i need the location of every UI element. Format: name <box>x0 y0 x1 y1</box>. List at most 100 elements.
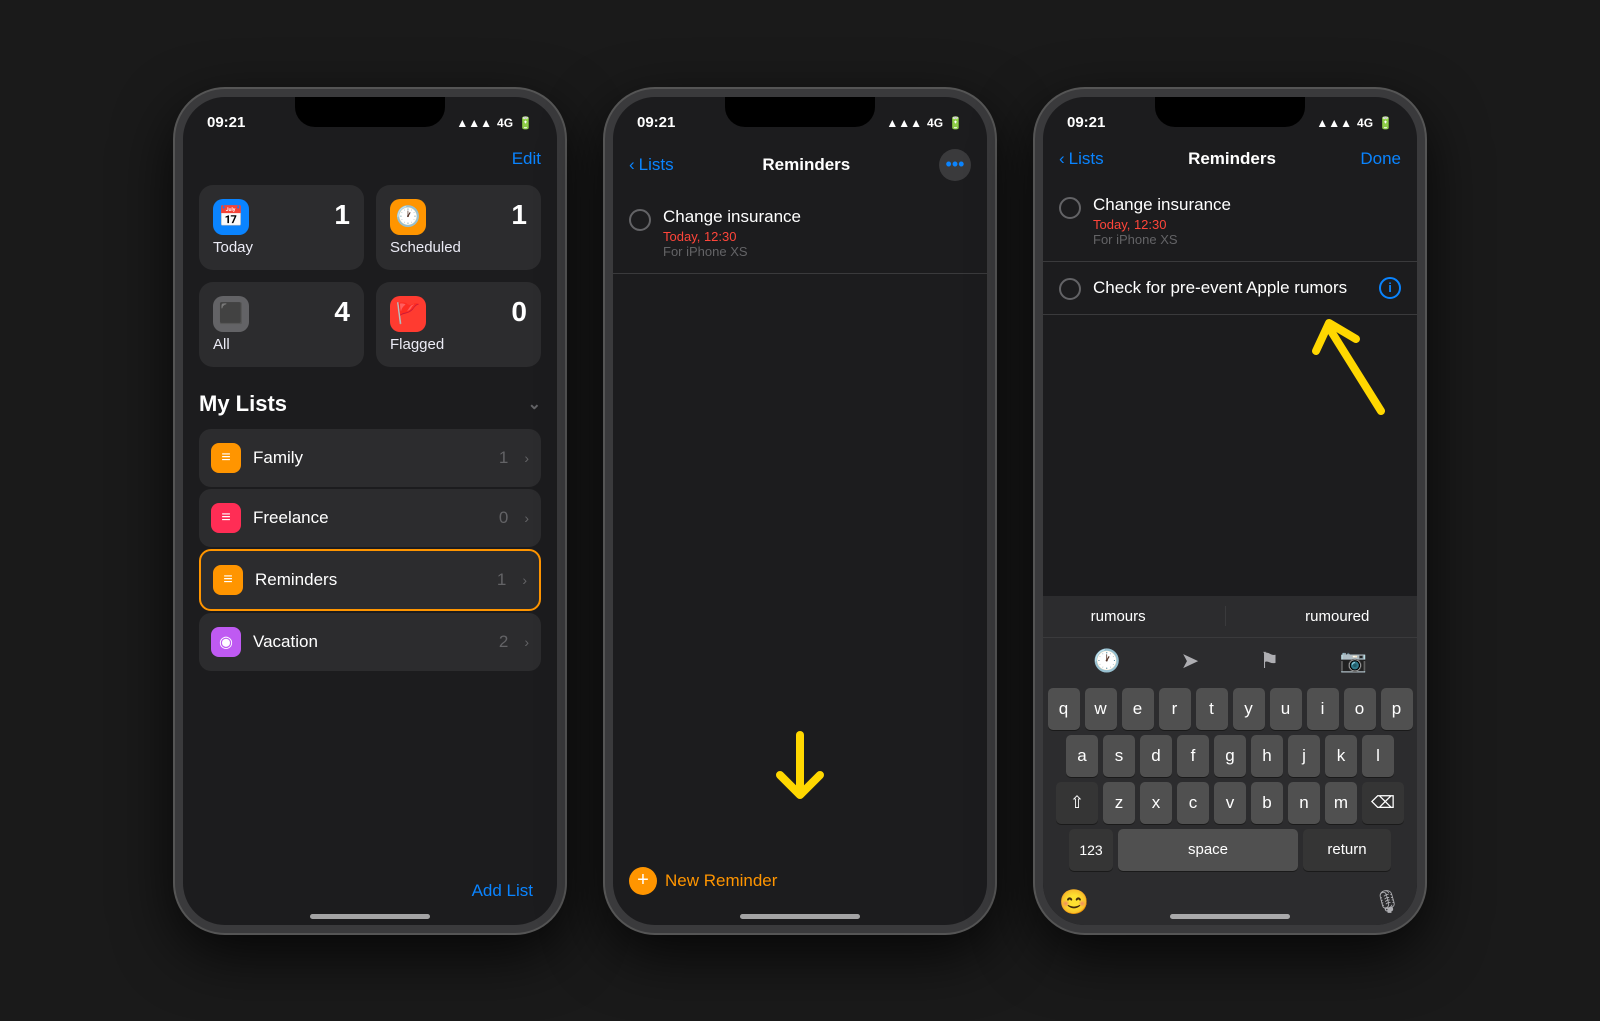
chevron-down-icon[interactable]: ⌄ <box>528 394 541 414</box>
list-item-freelance[interactable]: ≡ Freelance 0 › <box>199 489 541 547</box>
family-list-name: Family <box>253 448 487 468</box>
battery-icon-3: 🔋 <box>1378 116 1393 130</box>
key-f[interactable]: f <box>1177 735 1209 777</box>
reminder-circle-p3-0[interactable] <box>1059 197 1081 219</box>
add-list-button[interactable]: Add List <box>472 881 533 901</box>
reminder-item-0[interactable]: Change insurance Today, 12:30 For iPhone… <box>613 193 987 274</box>
key-k[interactable]: k <box>1325 735 1357 777</box>
reminders-list-count: 1 <box>497 570 506 590</box>
key-delete[interactable]: ⌫ <box>1362 782 1404 824</box>
all-label: All <box>213 336 350 353</box>
key-t[interactable]: t <box>1196 688 1228 730</box>
key-row-1: q w e r t y u i o p <box>1047 688 1413 730</box>
signal-icon-1: ▲▲▲ <box>456 116 492 130</box>
scheduled-count: 1 <box>511 199 527 231</box>
microphone-icon[interactable]: 🎙 <box>1373 889 1401 915</box>
screen-1: Edit 📅 1 Today 🕐 1 Scheduled ⬛ 4 All <box>183 141 557 925</box>
autocorrect-word-0[interactable]: rumours <box>1075 604 1162 629</box>
key-w[interactable]: w <box>1085 688 1117 730</box>
key-c[interactable]: c <box>1177 782 1209 824</box>
vacation-list-name: Vacation <box>253 632 487 652</box>
key-r[interactable]: r <box>1159 688 1191 730</box>
clock-icon[interactable]: 🕐 <box>1093 648 1120 674</box>
reminder-sub-0: Today, 12:30 <box>663 229 971 244</box>
emoji-icon[interactable]: 😊 <box>1059 888 1089 917</box>
key-a[interactable]: a <box>1066 735 1098 777</box>
key-shift[interactable]: ⇧ <box>1056 782 1098 824</box>
key-l[interactable]: l <box>1362 735 1394 777</box>
camera-icon[interactable]: 📷 <box>1339 648 1366 674</box>
network-icon-1: 4G <box>497 116 513 130</box>
card-scheduled[interactable]: 🕐 1 Scheduled <box>376 185 541 270</box>
key-n[interactable]: n <box>1288 782 1320 824</box>
status-time-2: 09:21 <box>637 114 675 131</box>
reminder-title-p3-1: Check for pre-event Apple rumors <box>1093 278 1367 298</box>
back-button-3[interactable]: ‹ Lists <box>1059 149 1104 169</box>
list-item-family[interactable]: ≡ Family 1 › <box>199 429 541 487</box>
key-y[interactable]: y <box>1233 688 1265 730</box>
new-reminder-label: New Reminder <box>665 871 777 891</box>
reminder-circle-0[interactable] <box>629 209 651 231</box>
autocorrect-word-1[interactable]: rumoured <box>1289 604 1385 629</box>
freelance-list-name: Freelance <box>253 508 487 528</box>
key-p[interactable]: p <box>1381 688 1413 730</box>
grid-cards: 📅 1 Today 🕐 1 Scheduled ⬛ 4 All 🚩 0 <box>199 185 541 367</box>
key-q[interactable]: q <box>1048 688 1080 730</box>
key-d[interactable]: d <box>1140 735 1172 777</box>
flagged-icon: 🚩 <box>390 296 426 332</box>
edit-button[interactable]: Edit <box>512 149 541 169</box>
card-all[interactable]: ⬛ 4 All <box>199 282 364 367</box>
nav-bar-2: ‹ Lists Reminders ••• <box>613 141 987 193</box>
family-list-count: 1 <box>499 448 508 468</box>
flagged-label: Flagged <box>390 336 527 353</box>
scheduled-icon: 🕐 <box>390 199 426 235</box>
reminder-sub2-p3-0: For iPhone XS <box>1093 232 1401 247</box>
phone-2: 09:21 ▲▲▲ 4G 🔋 ‹ Lists Reminders ••• Cha… <box>605 89 995 933</box>
card-today[interactable]: 📅 1 Today <box>199 185 364 270</box>
home-indicator-1 <box>310 914 430 919</box>
reminder-sub-p3-0: Today, 12:30 <box>1093 217 1401 232</box>
all-count: 4 <box>334 296 350 328</box>
reminders-list-icon: ≡ <box>213 565 243 595</box>
card-flagged[interactable]: 🚩 0 Flagged <box>376 282 541 367</box>
key-space[interactable]: space <box>1118 829 1298 871</box>
key-m[interactable]: m <box>1325 782 1357 824</box>
flag-icon[interactable]: ⚑ <box>1259 648 1279 674</box>
signal-icon-2: ▲▲▲ <box>886 116 922 130</box>
flagged-count: 0 <box>511 296 527 328</box>
key-return[interactable]: return <box>1303 829 1391 871</box>
key-v[interactable]: v <box>1214 782 1246 824</box>
home-indicator-2 <box>740 914 860 919</box>
reminder-circle-p3-1[interactable] <box>1059 278 1081 300</box>
key-i[interactable]: i <box>1307 688 1339 730</box>
phone1-content: Edit 📅 1 Today 🕐 1 Scheduled ⬛ 4 All <box>183 141 557 671</box>
list-items: ≡ Family 1 › ≡ Freelance 0 › ≡ Reminders… <box>199 429 541 671</box>
info-button-p3-1[interactable]: i <box>1379 277 1401 299</box>
key-u[interactable]: u <box>1270 688 1302 730</box>
reminder-item-p3-0[interactable]: Change insurance Today, 12:30 For iPhone… <box>1043 181 1417 262</box>
key-g[interactable]: g <box>1214 735 1246 777</box>
key-s[interactable]: s <box>1103 735 1135 777</box>
status-time-1: 09:21 <box>207 114 245 131</box>
key-e[interactable]: e <box>1122 688 1154 730</box>
key-x[interactable]: x <box>1140 782 1172 824</box>
more-button-2[interactable]: ••• <box>939 149 971 181</box>
location-icon[interactable]: ➤ <box>1181 648 1199 674</box>
key-h[interactable]: h <box>1251 735 1283 777</box>
key-123[interactable]: 123 <box>1069 829 1113 871</box>
key-z[interactable]: z <box>1103 782 1135 824</box>
list-item-vacation[interactable]: ◉ Vacation 2 › <box>199 613 541 671</box>
plus-icon: + <box>629 867 657 895</box>
key-j[interactable]: j <box>1288 735 1320 777</box>
done-button-3[interactable]: Done <box>1360 149 1401 169</box>
reminder-text-p3-1: Check for pre-event Apple rumors <box>1093 278 1367 298</box>
new-reminder-button[interactable]: + New Reminder <box>629 867 777 895</box>
list-item-reminders[interactable]: ≡ Reminders 1 › <box>199 549 541 611</box>
status-icons-3: ▲▲▲ 4G 🔋 <box>1316 116 1393 130</box>
notch-1 <box>295 97 445 127</box>
key-b[interactable]: b <box>1251 782 1283 824</box>
key-row-3: ⇧ z x c v b n m ⌫ <box>1047 782 1413 824</box>
phone-1: 09:21 ▲▲▲ 4G 🔋 Edit 📅 1 Today 🕐 1 Schedu… <box>175 89 565 933</box>
key-o[interactable]: o <box>1344 688 1376 730</box>
back-button-2[interactable]: ‹ Lists <box>629 155 674 175</box>
